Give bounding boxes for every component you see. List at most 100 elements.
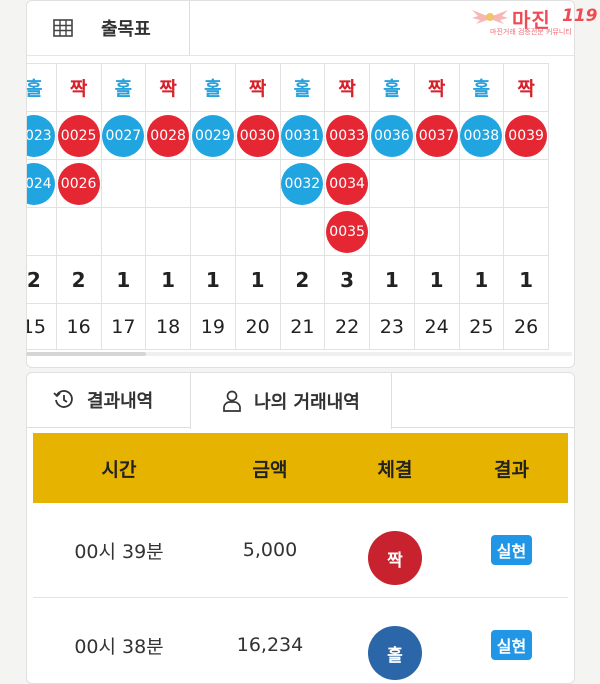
grid-cell: [458, 207, 505, 256]
grid-header-cell: 홀: [279, 63, 326, 112]
status-badge: 실현: [490, 535, 533, 565]
grid-number-cell: 18: [145, 303, 191, 350]
grid-header-cell: 짝: [503, 63, 549, 112]
grid-ball-row: 00240026 00320034: [27, 159, 549, 208]
grid-cell: [55, 207, 102, 256]
draw-ball: 0038: [460, 114, 503, 157]
tab-my-trades[interactable]: 나의 거래내역: [190, 373, 392, 429]
grid-count-cell: 1: [458, 255, 505, 304]
grid-cell: 0039: [503, 111, 549, 160]
draw-ball: 0025: [57, 114, 100, 157]
tab-draw-chart-label: 출목표: [101, 19, 151, 40]
grid-cell: [27, 207, 57, 256]
grid-count-cell: 3: [324, 255, 370, 304]
row-time: 00시 38분: [74, 635, 164, 658]
grid-count-cell: 1: [413, 255, 460, 304]
history-tabs: 결과내역 나의 거래내역: [27, 373, 574, 429]
pick-even-ball: 짝: [368, 531, 422, 585]
draw-ball: 0036: [370, 114, 413, 157]
grid-cell: [413, 159, 460, 208]
grid-cell: 0031: [279, 111, 326, 160]
grid-header-cell: 짝: [413, 63, 460, 112]
user-icon: [222, 390, 242, 412]
grid-cell: [100, 207, 147, 256]
grid-cell: 0023: [27, 111, 57, 160]
grid-cell: 0035: [324, 207, 370, 256]
grid-cell: [413, 207, 460, 256]
grid-count-cell: 1: [503, 255, 549, 304]
grid-number-cell: 22: [324, 303, 370, 350]
header-pick: 체결: [377, 458, 413, 481]
grid-cell: [369, 207, 415, 256]
grid-number-cell: 17: [100, 303, 147, 350]
grid-cell: [279, 207, 326, 256]
grid-cell: 0030: [234, 111, 281, 160]
grid-cell: 0032: [279, 159, 326, 208]
draw-ball: 0030: [236, 114, 279, 157]
odd-even-grid[interactable]: 홀짝홀짝홀짝홀짝홀짝홀짝0023002500270028002900300031…: [27, 63, 565, 353]
row-pick-cell: 홀: [335, 610, 455, 680]
grid-cell: [369, 159, 415, 208]
draw-ball: 0024: [27, 162, 55, 205]
grid-ball-row: 0035: [27, 207, 549, 256]
wing-emblem-icon: [472, 10, 508, 24]
grid-number-cell: 26: [503, 303, 549, 350]
grid-count-cell: 1: [100, 255, 147, 304]
draw-ball: 0037: [415, 114, 458, 157]
header-result: 결과: [494, 458, 529, 481]
tab-results-history-label: 결과내역: [87, 391, 154, 412]
grid-cell: [145, 207, 191, 256]
grid-count-cell: 2: [279, 255, 326, 304]
grid-cell: 0024: [27, 159, 57, 208]
grid-cell: [190, 207, 236, 256]
row-pick-cell: 짝: [335, 515, 455, 585]
grid-cell: [503, 207, 549, 256]
watermark-subtitle: 마진거래 검증전문 커뮤니티: [490, 28, 572, 36]
grid-number-cell: 25: [458, 303, 505, 350]
grid-cell: 0034: [324, 159, 370, 208]
grid-cell: [145, 159, 191, 208]
grid-number-cell: 16: [55, 303, 102, 350]
header-amount: 금액: [252, 458, 288, 481]
tab-my-trades-label: 나의 거래내역: [254, 392, 360, 413]
grid-cell: [234, 207, 281, 256]
grid-header-cell: 짝: [55, 63, 102, 112]
draw-ball: 0027: [102, 114, 145, 157]
table-grid-icon: [53, 19, 73, 37]
grid-number-cell: 19: [190, 303, 236, 350]
grid-cell: 0033: [324, 111, 370, 160]
grid-header-cell: 홀: [190, 63, 236, 112]
grid-cell: 0038: [458, 111, 505, 160]
pick-odd-ball: 홀: [368, 626, 422, 680]
grid-number-cell: 24: [413, 303, 460, 350]
row-amount: 5,000: [242, 539, 298, 561]
grid-cell: 0029: [190, 111, 236, 160]
draw-ball: 0026: [57, 162, 100, 205]
grid-cell: [190, 159, 236, 208]
horizontal-scrollbar[interactable]: [26, 352, 572, 356]
header-time: 시간: [101, 458, 137, 481]
grid-number-cell: 15: [27, 303, 57, 350]
draw-ball: 0031: [281, 114, 324, 157]
draw-ball: 0039: [505, 114, 548, 157]
draw-ball: 0023: [27, 114, 55, 157]
tab-results-history[interactable]: 결과내역: [53, 373, 153, 427]
tab-draw-chart[interactable]: 출목표: [27, 1, 190, 56]
draw-chart-panel: 출목표 홀짝홀짝홀짝홀짝홀짝홀짝002300250027002800290030…: [26, 0, 575, 368]
row-result-cell: 실현: [455, 630, 568, 660]
grid-header-row: 홀짝홀짝홀짝홀짝홀짝홀짝: [27, 63, 549, 112]
history-clock-icon: [53, 389, 75, 411]
trade-history-table: 시간 금액 체결 결과 00시 39분 5,000 짝 실현 00시 38분 1…: [33, 433, 568, 683]
grid-ball-row: 0023002500270028002900300031003300360037…: [27, 111, 549, 160]
draw-ball: 0033: [326, 114, 369, 157]
grid-header-cell: 짝: [234, 63, 281, 112]
grid-number-cell: 23: [369, 303, 415, 350]
draw-ball: 0032: [281, 162, 324, 205]
draw-grid-table: 홀짝홀짝홀짝홀짝홀짝홀짝0023002500270028002900300031…: [27, 63, 549, 350]
grid-count-cell: 1: [369, 255, 415, 304]
table-header: 시간 금액 체결 결과: [33, 433, 568, 503]
history-panel: 결과내역 나의 거래내역 시간 금액 체결 결과 00시 39분 5,000 짝…: [26, 372, 575, 684]
draw-ball: 0028: [147, 114, 190, 157]
grid-count-cell: 2: [55, 255, 102, 304]
draw-ball: 0034: [326, 162, 369, 205]
